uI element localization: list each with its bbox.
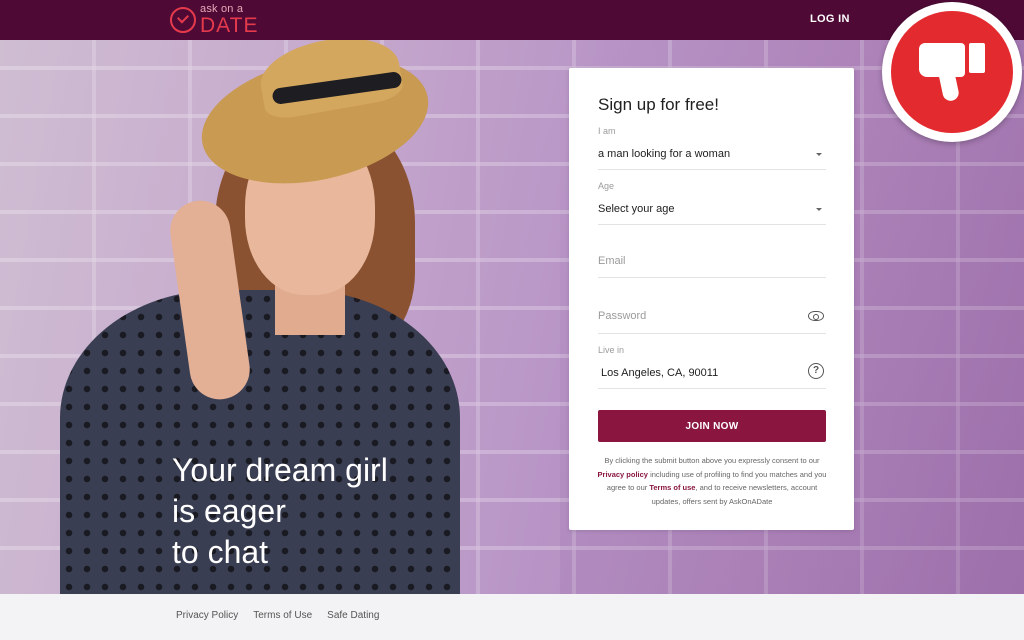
login-link[interactable]: LOG IN — [810, 13, 850, 25]
footer-privacy-policy-link[interactable]: Privacy Policy — [176, 610, 238, 621]
footer-links: Privacy Policy Terms of Use Safe Dating — [176, 610, 379, 621]
chevron-down-icon — [816, 153, 822, 156]
gender-label: I am — [598, 126, 616, 136]
terms-of-use-link[interactable]: Terms of use — [649, 483, 695, 492]
age-value: Select your age — [598, 203, 675, 215]
help-question-icon[interactable]: ? — [808, 363, 824, 379]
password-field[interactable]: Password — [598, 292, 826, 334]
logo-big-text: DATE — [200, 14, 259, 37]
footer-terms-of-use-link[interactable]: Terms of Use — [253, 610, 312, 621]
chevron-down-icon — [816, 208, 822, 211]
thumbs-down-icon — [919, 43, 985, 103]
heart-check-icon — [170, 7, 196, 33]
email-placeholder: Email — [598, 255, 626, 267]
gender-value: a man looking for a woman — [598, 148, 731, 160]
form-title: Sign up for free! — [598, 95, 719, 114]
thumbs-down-badge — [882, 2, 1022, 142]
show-password-eye-icon[interactable] — [808, 311, 824, 321]
location-field[interactable]: Live in Los Angeles, CA, 90011 ? — [598, 345, 826, 389]
signup-form-card: Sign up for free! I am a man looking for… — [569, 68, 854, 530]
hero-line-2: is eager — [172, 493, 286, 529]
location-label: Live in — [598, 345, 625, 355]
hero-line-1: Your dream girl — [172, 452, 388, 488]
gender-select[interactable]: I am a man looking for a woman — [598, 126, 826, 170]
hero-headline: Your dream girl is eager to chat — [172, 450, 388, 573]
age-label: Age — [598, 181, 615, 191]
consent-text: By clicking the submit button above you … — [597, 456, 827, 506]
email-field[interactable]: Email — [598, 236, 826, 278]
top-nav-bar: ask on a DATE LOG IN — [0, 0, 1024, 40]
password-placeholder: Password — [598, 310, 647, 322]
join-now-button[interactable]: JOIN NOW — [598, 410, 826, 442]
footer-safe-dating-link[interactable]: Safe Dating — [327, 610, 379, 621]
location-value: Los Angeles, CA, 90011 — [601, 367, 719, 379]
page-footer: Privacy Policy Terms of Use Safe Dating — [0, 594, 1024, 640]
privacy-policy-link[interactable]: Privacy policy — [598, 470, 648, 479]
hero-line-3: to chat — [172, 534, 269, 570]
hero-banner: Your dream girl is eager to chat — [0, 40, 1024, 594]
age-select[interactable]: Age Select your age — [598, 181, 826, 225]
site-logo[interactable]: ask on a DATE — [170, 4, 258, 36]
